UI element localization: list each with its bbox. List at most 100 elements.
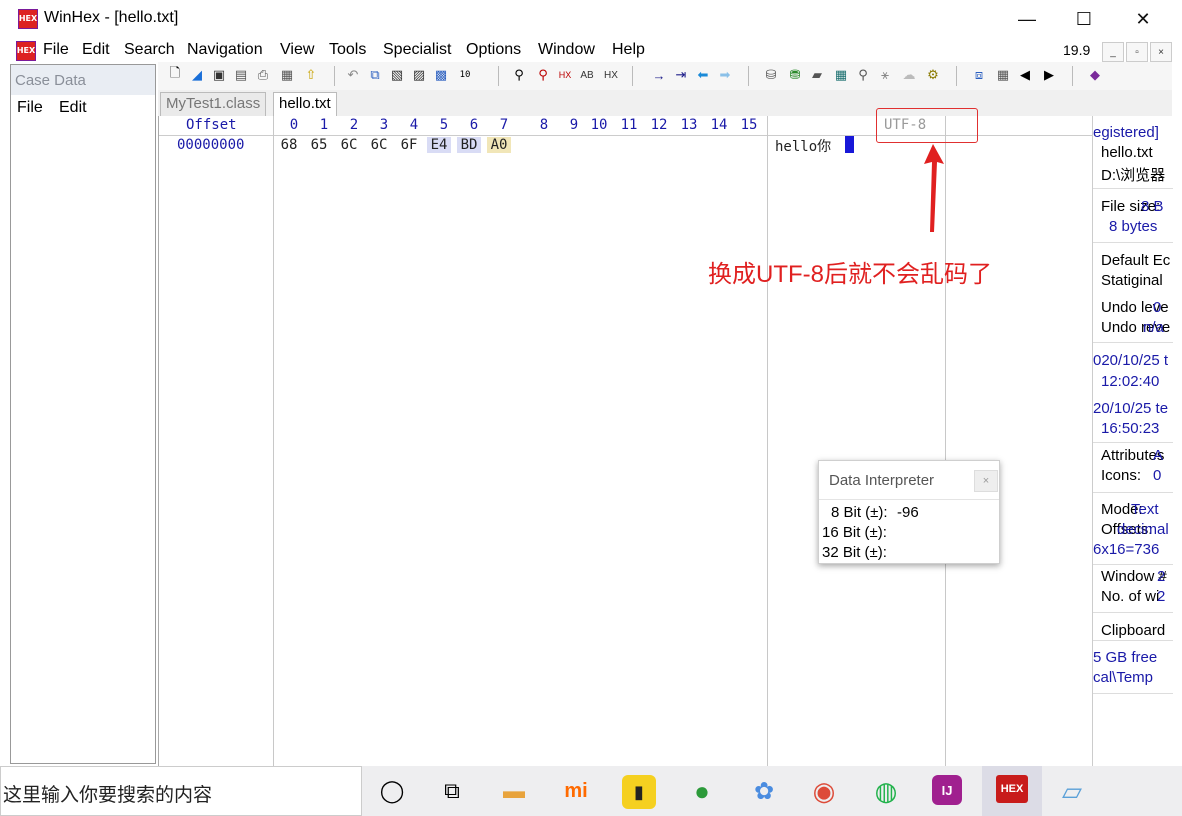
yellow-app-icon[interactable]: ▮ [622,775,656,809]
find-icon[interactable]: ⚲ [510,66,528,84]
wechat-icon[interactable]: ◍ [870,775,902,807]
task-view-icon[interactable]: ⧉ [436,775,468,807]
hex-byte[interactable]: 6C [368,137,390,153]
properties-icon[interactable]: ▦ [278,66,296,84]
cut-icon[interactable]: ▧ [388,66,406,84]
minimize-button[interactable]: — [1004,4,1050,34]
di-8bit-value[interactable]: -96 [897,504,919,521]
encoding-label[interactable]: UTF-8 [884,117,926,133]
winhex-logo-icon: HEX [18,9,38,29]
gear-icon[interactable]: ⚙ [924,66,942,84]
cortana-icon[interactable]: ◯ [376,775,408,807]
maximize-button[interactable]: ☐ [1061,4,1107,34]
hex-byte[interactable]: BD [457,137,481,153]
hash-icon[interactable]: ⚹ [876,66,894,84]
info-separator [1093,242,1173,243]
di-32bit-label: 32 Bit (±): [822,544,887,561]
last-write-date: 20/10/25 te [1093,400,1169,417]
column-header: 3 [379,117,389,133]
goto-offset-icon[interactable]: → [650,66,668,84]
open-image-icon[interactable]: ⛃ [786,66,804,84]
copy-icon[interactable]: ⧉ [366,66,384,84]
next-window-icon[interactable]: ▶ [1040,66,1058,84]
hex-byte[interactable]: 68 [278,137,300,153]
paste-icon[interactable]: ▨ [410,66,428,84]
tab-hello-txt[interactable]: hello.txt [273,92,337,117]
hex-editor[interactable]: Offset 0 1 2 3 4 5 6 7 8 9 10 11 12 13 1… [158,116,1093,766]
menu-edit[interactable]: Edit [82,41,110,59]
hex-byte[interactable]: 6C [338,137,360,153]
case-data-title: Case Data [15,72,86,89]
replace-hex-icon[interactable]: HX [602,66,620,84]
hex-byte-cursor[interactable]: A0 [487,137,511,153]
binary-icon[interactable]: 10 [456,66,474,84]
print-icon[interactable]: ⎙ [254,66,272,84]
taskbar-search-input[interactable]: 这里输入你要搜索的内容 [0,766,362,816]
state-label: Statiginal [1101,272,1163,289]
grid-icon[interactable]: ▦ [994,66,1012,84]
open-ram-icon[interactable]: ▰ [808,66,826,84]
hex-byte[interactable]: 65 [308,137,330,153]
bytes-per-page-value: 6x16=736 [1093,541,1160,558]
menu-file[interactable]: File [43,41,69,59]
search-disk-icon[interactable]: ⚲ [854,66,872,84]
close-button[interactable]: ✕ [1120,4,1166,34]
menu-window[interactable]: Window [538,41,595,59]
annotation-arrow-icon [924,144,944,232]
paste-special-icon[interactable]: ▩ [432,66,450,84]
save-as-icon[interactable]: ▤ [232,66,250,84]
info-separator [1093,564,1173,565]
data-interpreter-title: Data Interpreter [829,472,935,489]
column-header: 6 [469,117,479,133]
prev-window-icon[interactable]: ◀ [1016,66,1034,84]
intellij-icon[interactable]: IJ [932,775,962,805]
mi-app-icon[interactable]: mi [560,775,592,807]
goto-sector-icon[interactable]: ⇥ [672,66,690,84]
menu-navigation[interactable]: Navigation [187,41,263,59]
back-icon[interactable]: ⬅ [694,66,712,84]
winhex-taskbar-icon[interactable]: HEX [996,775,1028,803]
file-explorer-icon[interactable]: ▬ [498,775,530,807]
document-icon: HEX [16,41,36,61]
undo-icon[interactable]: ↶ [344,66,362,84]
data-interpreter-window[interactable]: Data Interpreter × 8 Bit (±): -96 16 Bit… [818,460,1000,564]
mdi-restore-button[interactable]: ▫ [1126,42,1148,62]
case-data-panel: Case Data File Edit [10,64,156,764]
find-hex-icon[interactable]: HX [556,66,574,84]
mdi-minimize-button[interactable]: _ [1102,42,1124,62]
help-book-icon[interactable]: ◆ [1086,66,1104,84]
info-separator [1093,342,1173,343]
menu-bar: HEX File Edit Search Navigation View Too… [0,38,1182,62]
case-menu-file[interactable]: File [17,99,43,117]
data-interpreter-close-button[interactable]: × [974,470,998,492]
menu-specialist[interactable]: Specialist [383,41,451,59]
menu-tools[interactable]: Tools [329,41,366,59]
tile-icon[interactable]: ⧈ [970,66,988,84]
notepad-icon[interactable]: ▱ [1056,775,1088,807]
offset-header: Offset [186,117,237,133]
mdi-close-button[interactable]: × [1150,42,1172,62]
find-again-icon[interactable]: ⚲ [534,66,552,84]
menu-options[interactable]: Options [466,41,521,59]
ascii-text[interactable]: hello你 [775,136,831,156]
cloud-icon[interactable]: ☁ [900,66,918,84]
chrome-icon[interactable]: ◉ [808,775,840,807]
forward-icon[interactable]: ➡ [716,66,734,84]
export-icon[interactable]: ⇧ [302,66,320,84]
save-icon[interactable]: ▣ [210,66,228,84]
hex-byte[interactable]: 6F [398,137,420,153]
hex-byte[interactable]: E4 [427,137,451,153]
open-disk-icon[interactable]: ⛁ [762,66,780,84]
menu-view[interactable]: View [280,41,314,59]
new-file-icon[interactable]: 🗋 [166,65,184,84]
calculator-icon[interactable]: ▦ [832,66,850,84]
tab-mytest1-class[interactable]: MyTest1.class [160,92,267,116]
replace-icon[interactable]: AB [578,66,596,84]
open-file-icon[interactable]: ◢ [188,66,206,84]
file-path: D:\浏览器 [1101,167,1166,184]
menu-search[interactable]: Search [124,41,175,59]
picture-app-icon[interactable]: ✿ [748,775,780,807]
case-menu-edit[interactable]: Edit [59,99,87,117]
green-app-icon[interactable]: ● [686,775,718,807]
menu-help[interactable]: Help [612,41,645,59]
